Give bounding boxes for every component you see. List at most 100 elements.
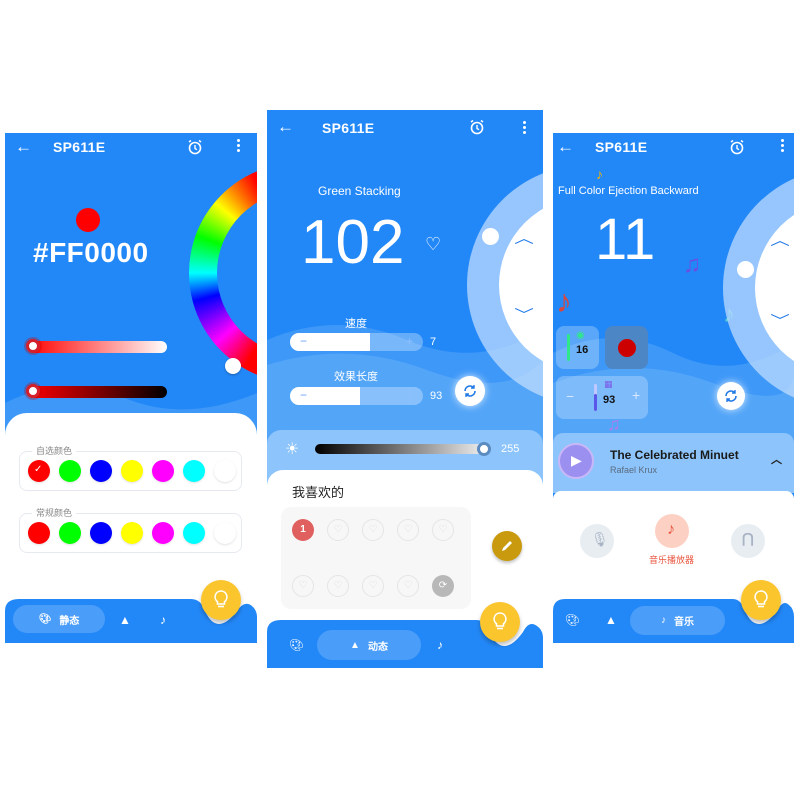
track-title: The Celebrated Minuet: [610, 448, 739, 462]
favorite-cycle-button[interactable]: ⟳: [432, 575, 454, 597]
prev-effect-chevron-down[interactable]: ﹀: [514, 305, 534, 325]
tab-static-palette-icon[interactable]: 🎨︎: [565, 613, 580, 627]
music-note-icon: ♪: [661, 615, 666, 626]
custom-color-swatch[interactable]: [59, 460, 81, 482]
expand-chevron-up-icon[interactable]: ︿: [771, 451, 782, 467]
regular-color-swatch[interactable]: [59, 522, 81, 544]
custom-color-swatch[interactable]: [214, 460, 236, 482]
static-color-screen: ← SP611E #FF0000 自选颜色 ✓ 常规颜色 🎨︎ 静态 ▲ ♪: [5, 133, 257, 643]
favorite-slot-empty[interactable]: ♡: [397, 519, 419, 541]
custom-color-swatch[interactable]: [90, 460, 112, 482]
power-light-fab[interactable]: [201, 580, 241, 620]
regular-color-swatch[interactable]: [152, 522, 174, 544]
brightness-slider[interactable]: [27, 386, 167, 398]
favorite-slot-empty[interactable]: ♡: [362, 575, 384, 597]
sensitivity-level-bar: [567, 334, 570, 361]
play-icon: ▶: [571, 452, 582, 468]
power-light-fab[interactable]: [741, 580, 781, 620]
back-button[interactable]: ←: [557, 136, 574, 158]
refresh-icon: [464, 385, 476, 397]
mode-earphones-button[interactable]: ⋂: [731, 524, 765, 558]
length-increase-button[interactable]: +: [406, 388, 413, 402]
prev-effect-chevron-down[interactable]: ﹀: [770, 311, 790, 331]
length-value: 93: [430, 390, 443, 402]
favorite-slot-empty[interactable]: ♡: [327, 575, 349, 597]
auto-cycle-button[interactable]: [717, 382, 745, 410]
speed-slider[interactable]: − +: [290, 333, 423, 351]
more-vertical-icon[interactable]: [522, 121, 526, 135]
effect-dial-handle[interactable]: [737, 261, 754, 278]
alarm-clock-icon[interactable]: [187, 139, 203, 155]
tab-music[interactable]: ♪ 音乐: [630, 606, 725, 635]
alarm-clock-icon[interactable]: [729, 139, 745, 155]
custom-colors-label: 自选颜色: [32, 444, 77, 457]
favorite-slot-empty[interactable]: ♡: [327, 519, 349, 541]
now-playing-bar[interactable]: ▶ The Celebrated Minuet Rafael Krux ︿: [553, 433, 794, 493]
current-color-dot: [76, 208, 100, 232]
more-vertical-icon[interactable]: [236, 139, 240, 153]
back-button[interactable]: ←: [15, 136, 32, 158]
play-button[interactable]: ▶: [558, 443, 594, 479]
mode-music-player-button[interactable]: ♪: [655, 514, 689, 548]
tab-static-palette-icon[interactable]: 🎨︎: [289, 638, 304, 652]
tab-dynamic-shapes-icon[interactable]: ▲: [119, 613, 131, 627]
device-title: SP611E: [595, 139, 648, 155]
regular-color-swatch[interactable]: [90, 522, 112, 544]
record-button[interactable]: [605, 326, 648, 369]
favorite-heart-icon[interactable]: ♡: [425, 234, 441, 255]
speed-decrease-button[interactable]: −: [300, 334, 307, 348]
saturation-slider-handle[interactable]: [26, 339, 40, 353]
brightness-slider-handle[interactable]: [26, 384, 40, 398]
alarm-clock-icon[interactable]: [469, 119, 485, 135]
favorite-slot-empty[interactable]: ♡: [292, 575, 314, 597]
mode-microphone-button[interactable]: 🎙︎: [580, 524, 614, 558]
speed-increase-button[interactable]: +: [406, 334, 413, 348]
brightness-slider[interactable]: [315, 444, 485, 454]
custom-color-swatch[interactable]: [152, 460, 174, 482]
effect-dial-handle[interactable]: [482, 228, 499, 245]
length-level-bar: [594, 384, 597, 411]
color-wheel-handle[interactable]: [225, 358, 241, 374]
regular-color-swatch[interactable]: [121, 522, 143, 544]
speed-label: 速度: [345, 318, 367, 330]
check-icon: ✓: [34, 464, 43, 475]
favorite-slot-empty[interactable]: ♡: [397, 575, 419, 597]
effect-number: 11: [595, 207, 656, 272]
edit-favorites-button[interactable]: [492, 531, 522, 561]
brightness-value: 255: [501, 443, 520, 455]
next-effect-chevron-up[interactable]: ︿: [514, 228, 534, 248]
length-decrease-button[interactable]: −: [566, 388, 574, 404]
custom-color-swatch[interactable]: ✓: [28, 460, 50, 482]
length-label: 效果长度: [334, 371, 378, 383]
regular-color-swatch[interactable]: [183, 522, 205, 544]
saturation-slider[interactable]: [27, 341, 167, 353]
next-effect-chevron-up[interactable]: ︿: [770, 230, 790, 250]
length-increase-button[interactable]: +: [632, 387, 640, 403]
more-vertical-icon[interactable]: [780, 139, 784, 153]
music-length-card[interactable]: − ▦ 93 +: [556, 376, 648, 419]
custom-color-swatch[interactable]: [121, 460, 143, 482]
auto-cycle-button[interactable]: [455, 376, 485, 406]
tab-music-note-icon[interactable]: ♪: [437, 638, 443, 652]
tab-static[interactable]: 🎨︎ 静态: [13, 605, 105, 633]
tab-dynamic[interactable]: ▲ 动态: [317, 630, 421, 660]
regular-color-swatch[interactable]: [28, 522, 50, 544]
regular-color-swatch[interactable]: [214, 522, 236, 544]
favorite-slot-empty[interactable]: ♡: [432, 519, 454, 541]
favorite-slot-empty[interactable]: ♡: [362, 519, 384, 541]
voice-sensor-icon: ◉: [576, 330, 585, 341]
sensitivity-card[interactable]: ◉ 16: [556, 326, 599, 369]
length-decrease-button[interactable]: −: [300, 388, 307, 402]
mode-music-player-label: 音乐播放器: [649, 555, 695, 565]
tab-dynamic-shapes-icon[interactable]: ▲: [605, 613, 617, 627]
effect-number: 102: [301, 208, 405, 277]
brightness-slider-handle[interactable]: [477, 442, 491, 456]
app-bar: ← SP611E: [553, 133, 794, 163]
length-slider[interactable]: − +: [290, 387, 423, 405]
favorite-slot-filled[interactable]: 1: [292, 519, 314, 541]
sensitivity-value: 16: [576, 344, 589, 356]
tab-music-note-icon[interactable]: ♪: [160, 613, 166, 627]
power-light-fab[interactable]: [480, 602, 520, 642]
back-button[interactable]: ←: [277, 116, 294, 138]
custom-color-swatch[interactable]: [183, 460, 205, 482]
